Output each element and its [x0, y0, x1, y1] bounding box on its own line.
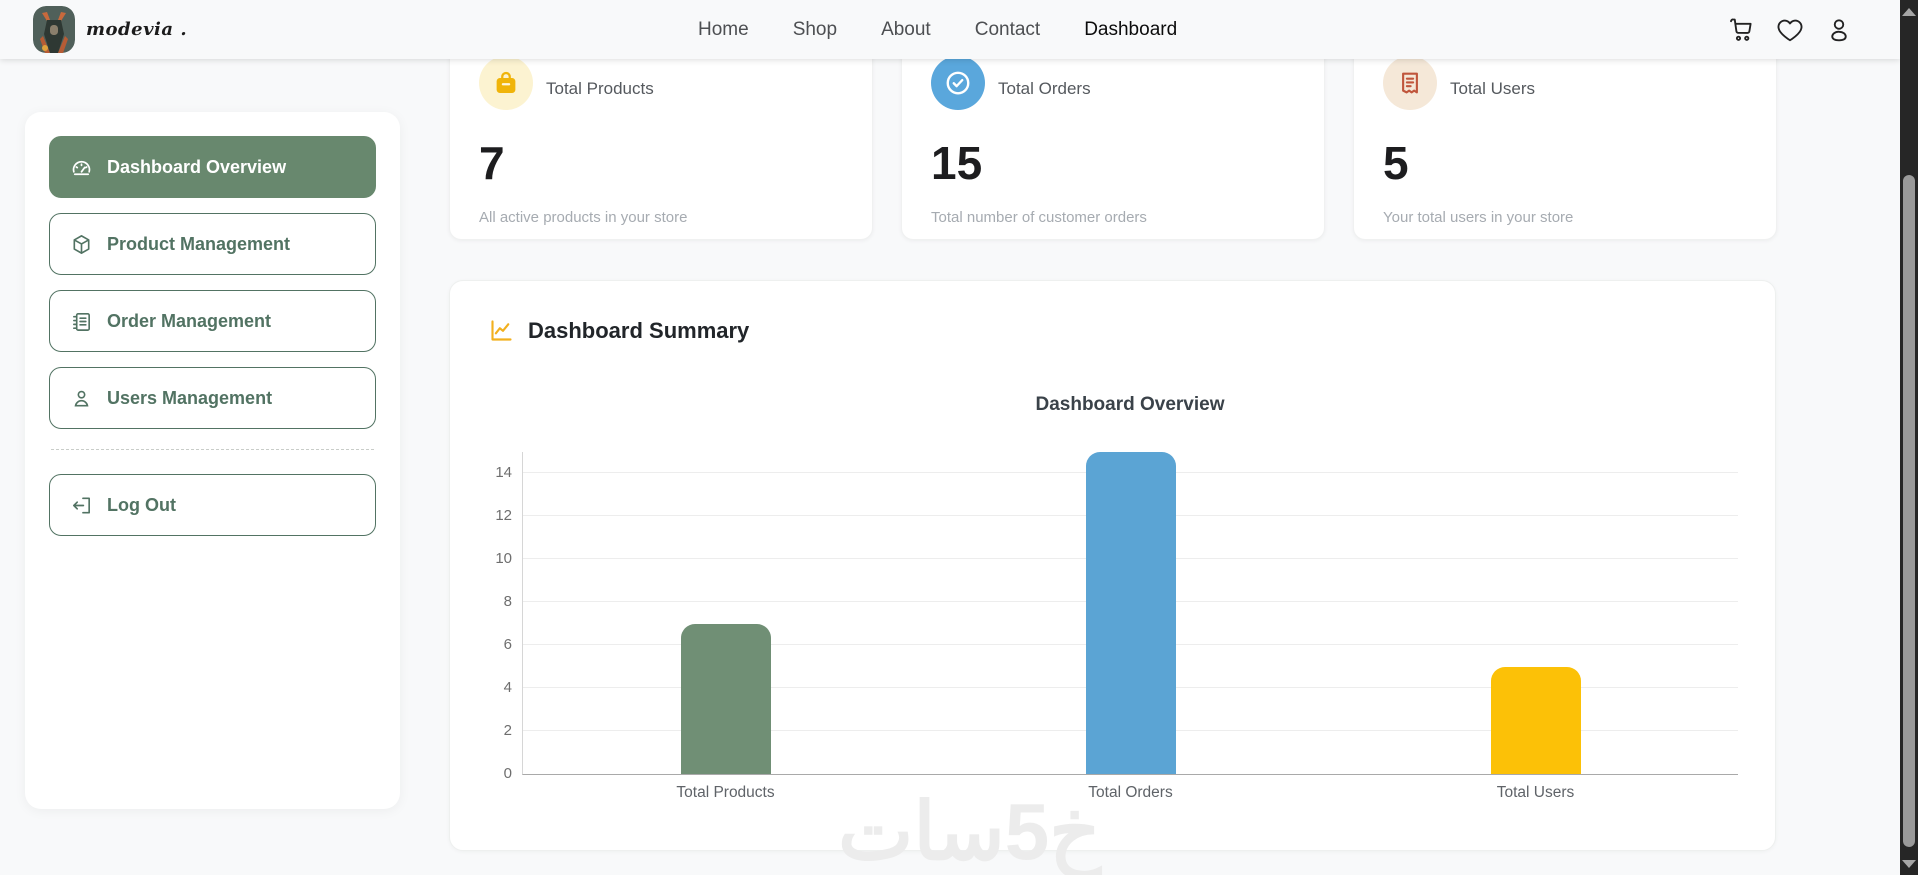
logo[interactable]: modevia . [33, 6, 187, 53]
sidebar-item-label: Log Out [107, 494, 176, 515]
scroll-up-arrow[interactable] [1902, 8, 1916, 16]
logo-avatar-image [33, 6, 75, 53]
navbar-actions [1726, 0, 1854, 59]
person-icon [74, 390, 89, 407]
receipt-icon [1383, 56, 1437, 110]
logout-icon [73, 496, 90, 514]
sidebar-item-label: Dashboard Overview [107, 156, 287, 177]
y-tick-label: 10 [495, 550, 512, 568]
stat-value: 15 [931, 137, 983, 189]
sidebar-item-logout[interactable]: Log Out [49, 474, 376, 536]
order-list-icon [73, 312, 90, 331]
sidebar-item-label: Users Management [107, 387, 273, 408]
stat-caption: Your total users in your store [1383, 209, 1574, 226]
summary-header: Dashboard Summary [488, 317, 749, 344]
line-chart-icon [491, 320, 512, 341]
check-circle-icon [931, 56, 985, 110]
cart-icon[interactable] [1726, 15, 1756, 45]
y-tick-label: 12 [495, 507, 512, 525]
summary-heading: Dashboard Summary [528, 317, 750, 343]
nav-link-about[interactable]: About [881, 19, 931, 41]
sidebar-item-order-management[interactable]: Order Management [49, 290, 376, 352]
dashboard-summary-card: Dashboard Summary Dashboard Overview 0 2 4… [449, 280, 1776, 851]
user-icon[interactable] [1824, 15, 1854, 45]
chart-area: 0 2 4 6 8 10 12 14 Total Products Total Orders Tot… [495, 452, 1738, 801]
sidebar-item-dashboard-overview[interactable]: Dashboard Overview [49, 136, 376, 198]
logo-text: modevia . [86, 19, 188, 40]
stat-value: 5 [1383, 137, 1409, 189]
dashboard-page: modevia . Home Shop About Contact Dashbo… [0, 0, 1918, 875]
y-tick-label: 6 [503, 636, 512, 654]
sidebar-item-product-management[interactable]: Product Management [49, 213, 376, 275]
scroll-down-arrow[interactable] [1902, 860, 1916, 868]
chart-title: Dashboard Overview [1035, 394, 1225, 415]
stat-value: 7 [479, 137, 505, 189]
nav-link-shop[interactable]: Shop [793, 19, 837, 41]
x-category-label: Total Products [676, 784, 775, 801]
stat-caption: All active products in your store [479, 209, 688, 226]
stat-card-total-orders: Total Orders 15 Total number of customer… [901, 36, 1325, 240]
main-nav: Home Shop About Contact Dashboard [698, 0, 1177, 59]
y-tick-label: 8 [503, 593, 512, 611]
sidebar-item-users-management[interactable]: Users Management [49, 367, 376, 429]
bag-icon [479, 56, 533, 110]
stat-card-total-products: Total Products 7 All active products in … [449, 36, 873, 240]
stat-title: Total Products [546, 79, 654, 98]
y-tick-label: 14 [495, 464, 512, 482]
x-category-label: Total Orders [1088, 784, 1173, 801]
sidebar-item-label: Order Management [107, 310, 272, 331]
y-tick-label: 4 [503, 679, 512, 697]
admin-sidebar: Dashboard Overview Product Management Or… [25, 112, 400, 809]
vertical-scrollbar[interactable] [1900, 0, 1918, 875]
nav-link-contact[interactable]: Contact [975, 19, 1040, 41]
top-navbar: modevia . Home Shop About Contact Dashbo… [0, 0, 1900, 59]
sidebar-item-label: Product Management [107, 233, 291, 254]
nav-link-dashboard[interactable]: Dashboard [1084, 19, 1177, 41]
chart-bar-total-products [680, 623, 771, 774]
stat-title: Total Orders [998, 79, 1091, 98]
stat-title: Total Users [1450, 79, 1536, 98]
y-tick-label: 2 [503, 722, 512, 740]
y-tick-label: 0 [503, 765, 512, 782]
x-category-label: Total Users [1496, 784, 1575, 801]
scrollbar-thumb[interactable] [1903, 175, 1915, 847]
stat-caption: Total number of customer orders [931, 209, 1147, 226]
nav-link-home[interactable]: Home [698, 19, 749, 41]
sidebar-divider [51, 449, 374, 450]
gauge-icon [72, 160, 91, 175]
stat-card-total-users: Total Users 5 Your total users in your s… [1353, 36, 1777, 240]
chart-bar-total-users [1490, 666, 1581, 774]
chart-bar-total-orders [1085, 452, 1176, 774]
heart-icon[interactable] [1775, 15, 1805, 45]
cube-icon [73, 234, 90, 254]
